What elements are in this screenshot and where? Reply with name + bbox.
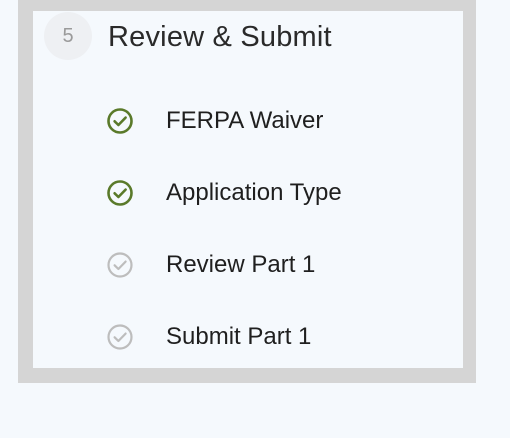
substep-label: FERPA Waiver [166, 107, 324, 134]
substep-list: FERPA Waiver Application Type Review Par… [106, 85, 342, 373]
step-header[interactable]: 5 Review & Submit [44, 11, 332, 63]
substep-label: Submit Part 1 [166, 323, 312, 350]
substep-item-review-part-1[interactable]: Review Part 1 [106, 229, 342, 301]
check-circle-icon [106, 107, 134, 135]
step-panel-frame: 5 Review & Submit FERPA Waiver Applicati… [18, 0, 476, 383]
check-circle-icon [106, 251, 134, 279]
step-panel: 5 Review & Submit FERPA Waiver Applicati… [33, 11, 463, 368]
substep-item-application-type[interactable]: Application Type [106, 157, 342, 229]
step-number-badge: 5 [44, 12, 92, 60]
substep-label: Review Part 1 [166, 251, 316, 278]
check-circle-icon [106, 179, 134, 207]
page: 5 Review & Submit FERPA Waiver Applicati… [0, 0, 510, 438]
substep-item-ferpa-waiver[interactable]: FERPA Waiver [106, 85, 342, 157]
substep-label: Application Type [166, 179, 342, 206]
check-circle-icon [106, 323, 134, 351]
substep-item-submit-part-1[interactable]: Submit Part 1 [106, 301, 342, 373]
step-title: Review & Submit [108, 20, 332, 53]
